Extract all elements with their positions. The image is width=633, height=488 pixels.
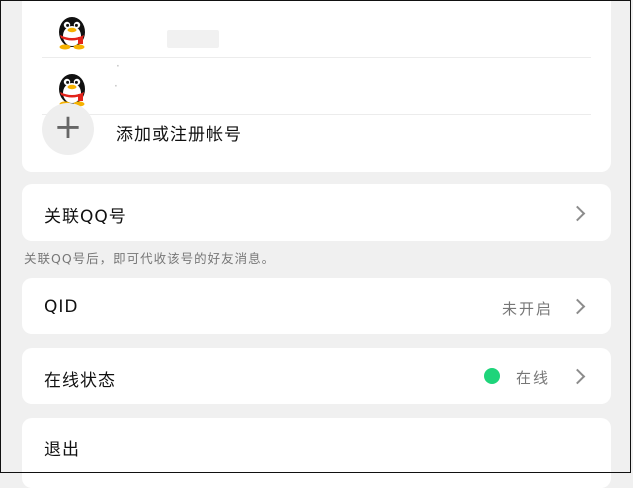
online-status-card[interactable]: 在线状态 在线 bbox=[22, 348, 611, 404]
link-qq-card[interactable]: 关联QQ号 bbox=[22, 184, 611, 241]
redacted-name-mark: · bbox=[116, 59, 120, 73]
chevron-right-icon bbox=[569, 205, 586, 222]
redacted-name-block bbox=[167, 30, 219, 48]
divider bbox=[42, 114, 591, 115]
qid-label: QID bbox=[44, 297, 79, 317]
qid-status-value: 未开启 bbox=[501, 300, 553, 318]
add-account-label[interactable]: 添加或注册帐号 bbox=[116, 120, 242, 145]
logout-label: 退出 bbox=[44, 440, 80, 460]
link-qq-note: 关联QQ号后，即可代收该号的好友消息。 bbox=[24, 251, 276, 266]
chevron-right-icon bbox=[569, 298, 586, 315]
logout-card[interactable]: 退出 bbox=[22, 418, 611, 488]
account-row-2[interactable]: · · bbox=[42, 57, 591, 114]
redacted-detail-mark: · bbox=[114, 79, 118, 93]
chevron-right-icon bbox=[569, 368, 586, 385]
qq-penguin-avatar-icon bbox=[59, 74, 85, 107]
qq-penguin-avatar-icon bbox=[59, 17, 85, 50]
account-row-1[interactable] bbox=[42, 0, 591, 57]
add-account-button[interactable]: + bbox=[42, 103, 94, 155]
qid-card[interactable]: QID 未开启 bbox=[22, 278, 611, 334]
link-qq-label: 关联QQ号 bbox=[44, 207, 127, 227]
accounts-card: · · + 添加或注册帐号 bbox=[22, 0, 611, 172]
online-status-value: 在线 bbox=[516, 369, 551, 387]
online-status-label: 在线状态 bbox=[44, 371, 116, 391]
online-status-dot bbox=[484, 368, 500, 384]
